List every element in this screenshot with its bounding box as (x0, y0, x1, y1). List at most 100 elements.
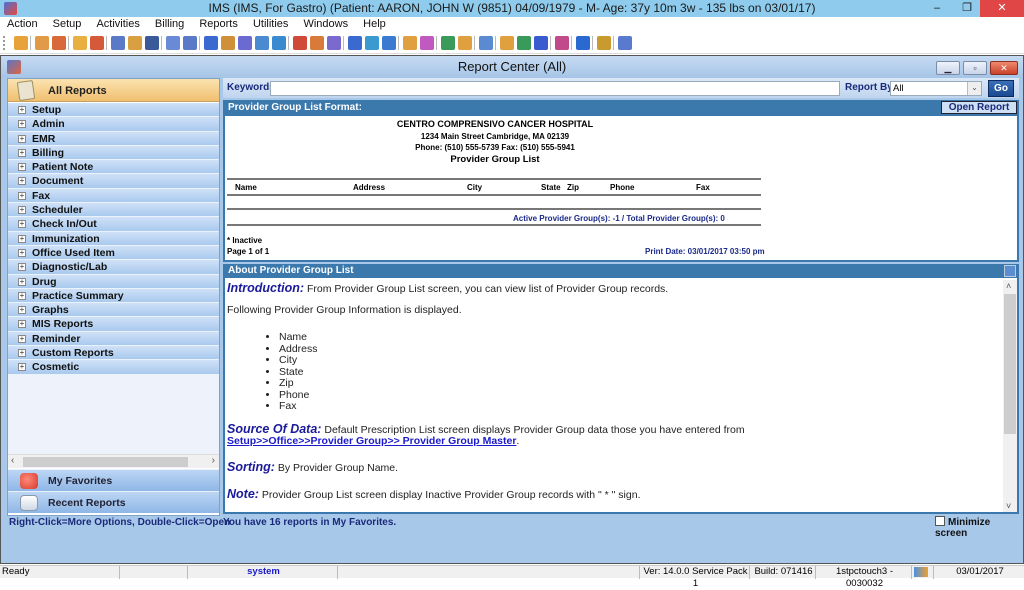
scroll-left-icon[interactable]: ‹ (11, 455, 14, 466)
menu-windows[interactable]: Windows (297, 17, 354, 32)
exit-icon[interactable] (618, 36, 632, 50)
doctor-icon[interactable] (35, 36, 49, 50)
minimize-screen-checkbox[interactable]: Minimize screen (935, 516, 1023, 539)
expand-icon[interactable]: + (18, 220, 26, 229)
expand-icon[interactable]: + (18, 320, 26, 329)
tree-item-diagnostic-lab[interactable]: + Diagnostic/Lab (8, 260, 219, 275)
tree-item-setup[interactable]: + Setup (8, 103, 219, 118)
word-icon[interactable] (534, 36, 548, 50)
tree-item-immunization[interactable]: + Immunization (8, 231, 219, 246)
expand-icon[interactable]: + (18, 306, 26, 315)
expand-icon[interactable]: + (18, 106, 26, 114)
patient-icon[interactable] (14, 36, 28, 50)
fax-icon[interactable] (348, 36, 362, 50)
expand-icon[interactable]: + (18, 263, 26, 272)
email-2-icon[interactable] (382, 36, 396, 50)
payment-icon[interactable] (255, 36, 269, 50)
tree-item-cosmetic[interactable]: + Cosmetic (8, 360, 219, 375)
expand-icon[interactable]: + (18, 206, 26, 215)
checkbox-box[interactable] (935, 516, 945, 526)
restore-panel-icon[interactable] (1004, 265, 1016, 277)
scroll-thumb[interactable] (23, 457, 188, 467)
prescription-icon[interactable] (111, 36, 125, 50)
report-chart-icon[interactable] (441, 36, 455, 50)
tree-item-graphs[interactable]: + Graphs (8, 303, 219, 318)
expand-icon[interactable]: + (18, 234, 26, 243)
billing-2-icon[interactable] (221, 36, 235, 50)
tree-item-drug[interactable]: + Drug (8, 274, 219, 289)
child-restore-button[interactable]: ▫ (963, 61, 987, 75)
expand-icon[interactable]: + (18, 120, 26, 129)
expand-icon[interactable]: + (18, 148, 26, 157)
edit-note-icon[interactable] (90, 36, 104, 50)
minimize-button[interactable]: – (922, 0, 952, 17)
email-icon[interactable] (365, 36, 379, 50)
billing-icon[interactable] (204, 36, 218, 50)
claims-icon[interactable] (238, 36, 252, 50)
folder-icon[interactable] (73, 36, 87, 50)
expand-icon[interactable]: + (18, 134, 26, 143)
tree-item-emr[interactable]: + EMR (8, 131, 219, 146)
notes-icon[interactable] (183, 36, 197, 50)
tree-item-patient-note[interactable]: + Patient Note (8, 160, 219, 175)
setup-path-link[interactable]: Setup>>Office>>Provider Group>> Provider… (227, 435, 516, 447)
lab-flask-icon[interactable] (128, 36, 142, 50)
doctor-check-icon[interactable] (52, 36, 66, 50)
scroll-right-icon[interactable]: › (212, 455, 215, 466)
open-report-button[interactable]: Open Report (941, 101, 1017, 114)
maximize-button[interactable]: ❐ (952, 0, 982, 17)
my-favorites-button[interactable]: My Favorites (8, 469, 219, 491)
lock-icon[interactable] (597, 36, 611, 50)
report-by-select[interactable]: All ⌄ (890, 81, 982, 96)
scroll-down-icon[interactable]: ˅ (1006, 501, 1011, 511)
transfer-2-icon[interactable] (517, 36, 531, 50)
schedule-check-icon[interactable] (420, 36, 434, 50)
child-close-button[interactable]: ✕ (990, 61, 1018, 75)
scroll-thumb[interactable] (1004, 294, 1016, 434)
toolbar-grip[interactable] (3, 36, 5, 50)
expand-icon[interactable]: + (18, 349, 26, 358)
expand-icon[interactable]: + (18, 177, 26, 186)
expand-icon[interactable]: + (18, 291, 26, 300)
tree-item-mis-reports[interactable]: + MIS Reports (8, 317, 219, 332)
folder-user-icon[interactable] (458, 36, 472, 50)
shield-icon[interactable] (145, 36, 159, 50)
menu-utilities[interactable]: Utilities (247, 17, 294, 32)
menu-setup[interactable]: Setup (47, 17, 88, 32)
transfer-icon[interactable] (500, 36, 514, 50)
tree-item-document[interactable]: + Document (8, 174, 219, 189)
expand-icon[interactable]: + (18, 334, 26, 343)
expand-icon[interactable]: + (18, 248, 26, 257)
scroll-up-icon[interactable]: ˄ (1006, 281, 1011, 291)
tree-item-reminder[interactable]: + Reminder (8, 331, 219, 347)
tree-item-practice-summary[interactable]: + Practice Summary (8, 288, 219, 304)
people-icon[interactable] (310, 36, 324, 50)
letter-icon[interactable] (327, 36, 341, 50)
menu-billing[interactable]: Billing (149, 17, 190, 32)
schedule-icon[interactable] (403, 36, 417, 50)
close-button[interactable]: ✕ (980, 0, 1024, 17)
tree-item-office-used-item[interactable]: + Office Used Item (8, 245, 219, 261)
expand-icon[interactable]: + (18, 191, 26, 200)
document-icon[interactable] (166, 36, 180, 50)
menu-action[interactable]: Action (0, 17, 44, 32)
go-button[interactable]: Go (988, 80, 1014, 97)
tree-item-fax[interactable]: + Fax (8, 188, 219, 204)
tree-item-admin[interactable]: + Admin (8, 117, 219, 132)
reports-icon[interactable] (479, 36, 493, 50)
tree-item-billing[interactable]: + Billing (8, 145, 219, 161)
expand-icon[interactable]: + (18, 163, 26, 172)
expand-icon[interactable]: + (18, 363, 26, 372)
help-icon[interactable] (576, 36, 590, 50)
tree-item-check-in-out[interactable]: + Check In/Out (8, 217, 219, 232)
message-icon[interactable] (555, 36, 569, 50)
tree-horizontal-scrollbar[interactable]: ‹ › (8, 454, 219, 468)
tree-item-scheduler[interactable]: + Scheduler (8, 203, 219, 218)
payment-2-icon[interactable] (272, 36, 286, 50)
calendar-grid-icon[interactable] (293, 36, 307, 50)
all-reports-tab[interactable]: All Reports (8, 79, 219, 102)
about-vertical-scrollbar[interactable]: ˄ ˅ (1003, 280, 1017, 512)
child-minimize-button[interactable]: ▁ (936, 61, 960, 75)
tree-item-custom-reports[interactable]: + Custom Reports (8, 346, 219, 361)
keywords-input[interactable] (270, 81, 840, 96)
